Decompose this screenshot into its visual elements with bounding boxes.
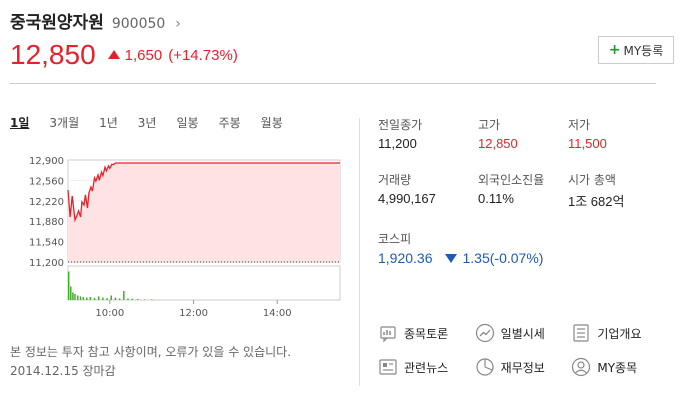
- disclaimer: 본 정보는 투자 참고 사항이며, 오류가 있을 수 있습니다. 2014.12…: [10, 343, 350, 381]
- discussion-icon: [380, 326, 396, 343]
- price-row: 12,850 1,650 (+14.73%): [10, 39, 660, 71]
- stat-prev-close: 전일종가 11,200: [378, 116, 478, 151]
- market-close-date: 2014.12.15 장마감: [10, 364, 116, 378]
- tab-daily-candle[interactable]: 일봉: [176, 114, 198, 131]
- tab-3month[interactable]: 3개월: [49, 114, 79, 131]
- kospi-value-row: 1,920.36 1.35 (-0.07%): [378, 250, 668, 266]
- financial-info-link[interactable]: 재무정보: [475, 357, 572, 377]
- stat-label: 외국인소진율: [478, 173, 545, 187]
- y-tick-label: 11,200: [29, 258, 64, 269]
- stats-row-2: 거래량 4,990,167 외국인소진율 0.11% 시가 총액 1조 682억: [378, 171, 668, 210]
- my-register-label: MY등록: [623, 43, 664, 58]
- my-register-button[interactable]: + MY등록: [598, 36, 674, 64]
- header-divider: [10, 83, 656, 84]
- y-tick-label: 11,540: [29, 238, 64, 249]
- change-amount: 1,650: [124, 46, 163, 64]
- stat-label: 고가: [478, 118, 501, 132]
- x-tick-label: 14:00: [263, 308, 292, 319]
- tab-monthly-candle[interactable]: 월봉: [261, 114, 283, 131]
- down-arrow-icon: [444, 253, 457, 263]
- stat-label: 거래량: [378, 173, 412, 187]
- company-overview-link[interactable]: 기업개요: [571, 323, 668, 343]
- chart-svg: 12,900 12,560 12,220 11,880 11,540 11,200 10:0…: [29, 156, 341, 319]
- links-row-2: 관련뉴스 재무정보 MY종목: [378, 350, 668, 384]
- y-tick-label: 12,900: [29, 156, 64, 167]
- price-change: 1,650 (+14.73%): [107, 46, 238, 64]
- change-percent: (+14.73%): [168, 46, 238, 64]
- stat-volume: 거래량 4,990,167: [378, 171, 478, 210]
- discussion-link[interactable]: 종목토론: [378, 323, 475, 343]
- kospi-change: 1.35: [462, 250, 490, 266]
- stat-label: 저가: [568, 118, 591, 132]
- my-stocks-link[interactable]: MY종목: [571, 357, 668, 377]
- daily-price-link[interactable]: 일별시세: [475, 323, 572, 343]
- links-row-1: 종목토론 일별시세 기업개요: [378, 316, 668, 350]
- news-label: 관련뉴스: [404, 360, 449, 375]
- stat-label: 전일종가: [378, 118, 423, 132]
- user-icon: [572, 357, 591, 377]
- stat-value: 11,500: [568, 136, 607, 151]
- kospi-block[interactable]: 코스피 1,920.36 1.35 (-0.07%): [378, 230, 668, 266]
- news-link[interactable]: 관련뉴스: [378, 357, 475, 377]
- intraday-chart[interactable]: 12,900 12,560 12,220 11,880 11,540 11,200 10:0…: [10, 150, 345, 325]
- stat-marketcap: 시가 총액 1조 682억: [568, 171, 668, 210]
- x-tick-label: 10:00: [95, 308, 124, 319]
- discussion-label: 종목토론: [404, 326, 449, 341]
- kospi-label[interactable]: 코스피: [378, 230, 668, 250]
- y-tick-label: 12,560: [29, 176, 64, 187]
- chevron-right-icon[interactable]: ›: [175, 16, 181, 32]
- stat-value: 12,850: [478, 136, 518, 151]
- plus-icon: +: [608, 42, 621, 58]
- stock-name[interactable]: 중국원양자원: [10, 8, 104, 33]
- trend-chart-icon: [475, 323, 494, 343]
- document-list-icon: [573, 324, 589, 342]
- kospi-value: 1,920.36: [378, 250, 433, 266]
- tab-3year[interactable]: 3년: [138, 114, 157, 131]
- stock-code[interactable]: 900050: [112, 16, 165, 32]
- stat-value: 0.11%: [478, 191, 514, 206]
- financial-info-label: 재무정보: [500, 360, 545, 375]
- quick-links: 종목토론 일별시세 기업개요 관련뉴스 재무정보 MY종목: [378, 316, 668, 384]
- current-price: 12,850: [10, 39, 96, 70]
- my-stocks-label: MY종목: [597, 360, 638, 375]
- stat-value: 4,990,167: [378, 191, 436, 206]
- tab-1year[interactable]: 1년: [99, 114, 118, 131]
- x-tick-label: 12:00: [179, 308, 208, 319]
- period-tabs: 1일 3개월 1년 3년 일봉 주봉 월봉: [10, 114, 303, 131]
- stock-header: 중국원양자원 900050 › 12,850 1,650 (+14.73%): [10, 8, 660, 71]
- stat-label: 시가 총액: [568, 173, 616, 187]
- stat-foreign: 외국인소진율 0.11%: [478, 171, 568, 210]
- stock-name-row[interactable]: 중국원양자원 900050 ›: [10, 8, 660, 33]
- stat-high: 고가 12,850: [478, 116, 568, 151]
- disclaimer-text: 본 정보는 투자 참고 사항이며, 오류가 있을 수 있습니다.: [10, 345, 292, 359]
- kospi-change-percent: (-0.07%): [489, 250, 544, 266]
- y-tick-label: 11,880: [29, 217, 64, 228]
- volume-area: [67, 265, 341, 301]
- pie-chart-icon: [476, 358, 494, 376]
- daily-price-label: 일별시세: [500, 326, 545, 341]
- stats-row-1: 전일종가 11,200 고가 12,850 저가 11,500: [378, 116, 668, 151]
- tab-1day[interactable]: 1일: [10, 114, 29, 131]
- news-icon: [379, 359, 397, 375]
- tab-weekly-candle[interactable]: 주봉: [219, 114, 241, 131]
- stat-low: 저가 11,500: [568, 116, 668, 151]
- company-overview-label: 기업개요: [597, 326, 642, 341]
- stat-value: 1조 682억: [568, 194, 625, 209]
- stat-value: 11,200: [378, 136, 417, 151]
- stats-panel: 전일종가 11,200 고가 12,850 저가 11,500 거래량 4,99…: [378, 116, 668, 266]
- up-arrow-icon: [107, 49, 120, 59]
- vertical-divider: [359, 118, 360, 386]
- price-area: [68, 163, 340, 262]
- y-tick-label: 12,220: [29, 197, 64, 208]
